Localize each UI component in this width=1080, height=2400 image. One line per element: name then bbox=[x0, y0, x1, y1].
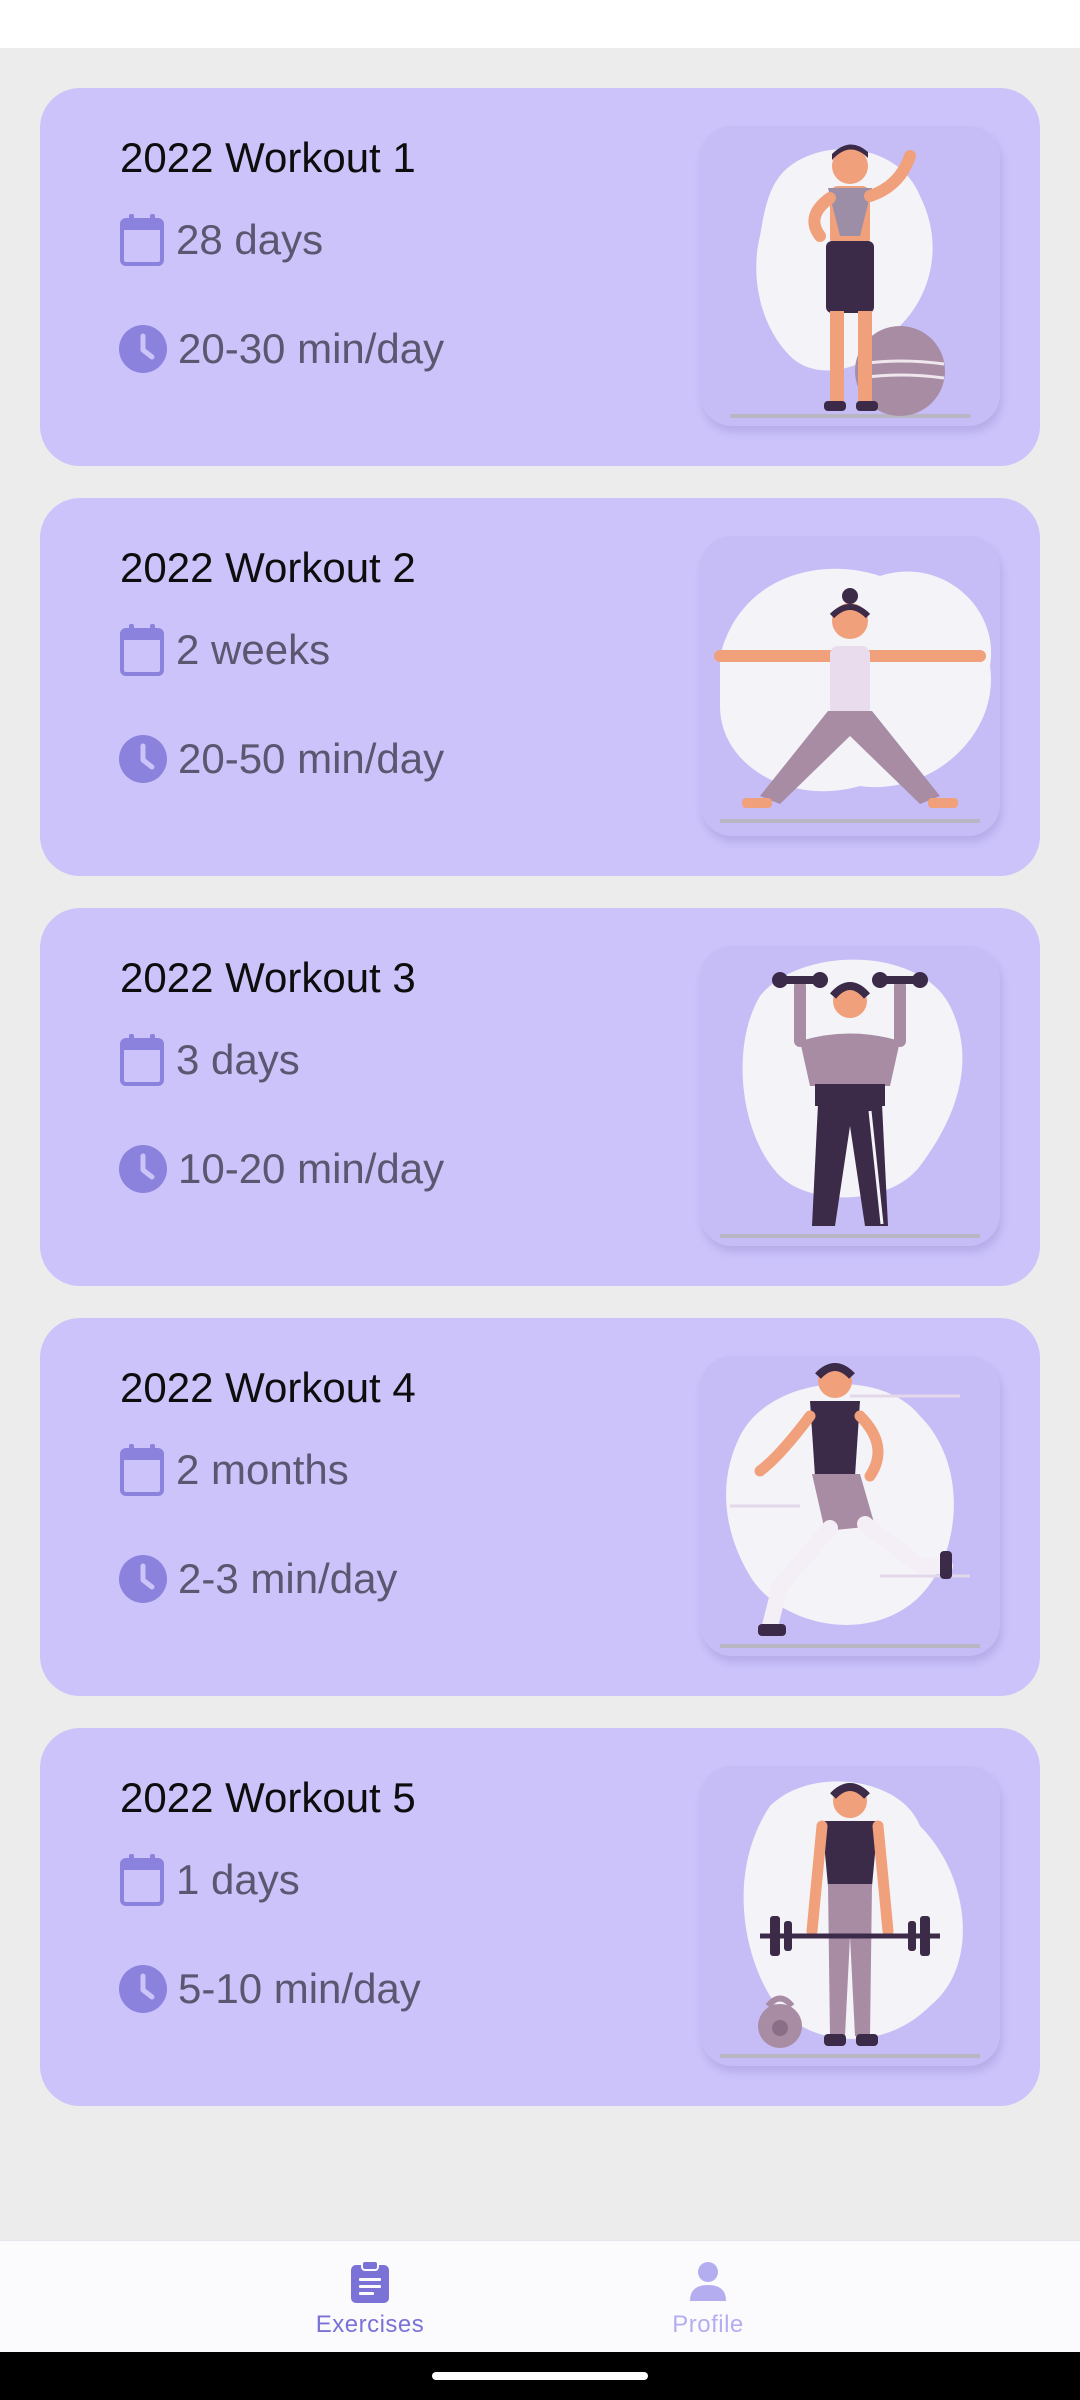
workout-illustration bbox=[700, 1356, 1000, 1656]
clock-icon bbox=[119, 325, 167, 373]
workout-illustration bbox=[700, 536, 1000, 836]
system-navigation-bar bbox=[0, 2352, 1080, 2400]
workout-duration: 3 days bbox=[118, 1032, 300, 1088]
person-icon bbox=[690, 2262, 726, 2301]
calendar-icon bbox=[120, 624, 164, 676]
workout-duration: 2 weeks bbox=[118, 622, 330, 678]
workout-illustration bbox=[700, 1766, 1000, 2066]
workout-duration: 1 days bbox=[118, 1852, 300, 1908]
workout-title: 2022 Workout 4 bbox=[120, 1364, 416, 1411]
workout-duration: 28 days bbox=[118, 212, 323, 268]
workout-illustration bbox=[700, 946, 1000, 1246]
duration-text: 3 days bbox=[176, 1036, 300, 1083]
workout-time: 2-3 min/day bbox=[118, 1554, 397, 1604]
nav-exercises-label: Exercises bbox=[315, 2311, 425, 2338]
duration-text: 2 weeks bbox=[176, 626, 331, 673]
clock-icon bbox=[119, 1145, 167, 1193]
calendar-icon bbox=[120, 1034, 164, 1086]
duration-text: 28 days bbox=[176, 216, 324, 263]
calendar-icon bbox=[120, 214, 164, 266]
time-text: 2-3 min/day bbox=[178, 1555, 398, 1602]
nav-profile-label: Profile bbox=[672, 2311, 744, 2338]
clipboard-icon bbox=[351, 2260, 389, 2303]
nav-profile[interactable]: Profile bbox=[608, 2259, 808, 2339]
workout-duration: 2 months bbox=[118, 1442, 349, 1498]
workout-title: 2022 Workout 2 bbox=[120, 544, 416, 591]
time-text: 20-30 min/day bbox=[178, 325, 445, 372]
clock-icon bbox=[119, 1555, 167, 1603]
workout-title: 2022 Workout 3 bbox=[120, 954, 416, 1001]
workout-list[interactable]: 2022 Workout 1 28 days 20-30 min/day 202… bbox=[40, 88, 1040, 2138]
time-text: 10-20 min/day bbox=[178, 1145, 445, 1192]
workout-time: 20-50 min/day bbox=[118, 734, 444, 784]
workout-title: 2022 Workout 1 bbox=[120, 134, 416, 181]
duration-text: 1 days bbox=[176, 1856, 300, 1903]
workout-time: 20-30 min/day bbox=[118, 324, 444, 374]
workout-card[interactable]: 2022 Workout 2 2 weeks 20-50 min/day bbox=[40, 498, 1040, 876]
clock-icon bbox=[119, 1965, 167, 2013]
workout-card[interactable]: 2022 Workout 1 28 days 20-30 min/day bbox=[40, 88, 1040, 466]
workout-title: 2022 Workout 5 bbox=[120, 1774, 416, 1821]
workout-card[interactable]: 2022 Workout 5 1 days 5-10 min/day bbox=[40, 1728, 1040, 2106]
workout-time: 5-10 min/day bbox=[118, 1964, 421, 2014]
time-text: 20-50 min/day bbox=[178, 735, 445, 782]
status-bar bbox=[0, 0, 1080, 48]
workout-card[interactable]: 2022 Workout 3 3 days 10-20 min/day bbox=[40, 908, 1040, 1286]
workout-card[interactable]: 2022 Workout 4 2 months 2-3 min/day bbox=[40, 1318, 1040, 1696]
duration-text: 2 months bbox=[176, 1446, 349, 1493]
calendar-icon bbox=[120, 1854, 164, 1906]
nav-exercises[interactable]: Exercises bbox=[270, 2259, 470, 2339]
bottom-navigation: Exercises Profile bbox=[0, 2240, 1080, 2352]
workout-illustration bbox=[700, 126, 1000, 426]
clock-icon bbox=[119, 735, 167, 783]
home-gesture-handle[interactable] bbox=[432, 2372, 648, 2380]
calendar-icon bbox=[120, 1444, 164, 1496]
time-text: 5-10 min/day bbox=[178, 1965, 421, 2012]
workout-time: 10-20 min/day bbox=[118, 1144, 444, 1194]
